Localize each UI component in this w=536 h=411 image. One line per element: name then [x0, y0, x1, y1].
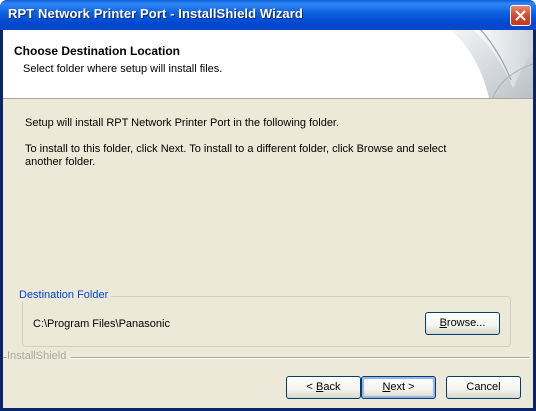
footer-divider — [3, 357, 529, 359]
instruction-text-line2: another folder. — [25, 156, 96, 168]
window-title: RPT Network Printer Port - InstallShield… — [8, 6, 303, 21]
wizard-header: Choose Destination Location Select folde… — [3, 30, 533, 99]
destination-path: C:\Program Files\Panasonic — [33, 318, 170, 330]
close-button[interactable] — [510, 5, 531, 26]
close-icon — [515, 10, 526, 21]
install-location-text: Setup will install RPT Network Printer P… — [25, 117, 340, 129]
wizard-client-area: Choose Destination Location Select folde… — [3, 30, 533, 408]
cancel-button[interactable]: Cancel — [446, 376, 521, 399]
instruction-text-line1: To install to this folder, click Next. T… — [25, 143, 447, 155]
back-button[interactable]: < Back — [286, 376, 361, 399]
browse-label-rest: rowse... — [446, 317, 486, 329]
back-label-rest: ack — [323, 381, 341, 393]
next-label-rest: ext > — [390, 381, 415, 393]
destination-folder-label: Destination Folder — [16, 289, 112, 301]
next-button[interactable]: Next > — [361, 376, 436, 399]
installshield-brand: InstallShield — [7, 350, 72, 362]
browse-accel: B — [439, 317, 447, 329]
title-bar[interactable]: RPT Network Printer Port - InstallShield… — [0, 0, 536, 30]
header-art-icon — [451, 30, 533, 98]
page-subtitle: Select folder where setup will install f… — [23, 63, 223, 75]
installer-window: RPT Network Printer Port - InstallShield… — [0, 0, 536, 411]
page-title: Choose Destination Location — [14, 44, 181, 58]
browse-button[interactable]: Browse... — [425, 312, 500, 335]
